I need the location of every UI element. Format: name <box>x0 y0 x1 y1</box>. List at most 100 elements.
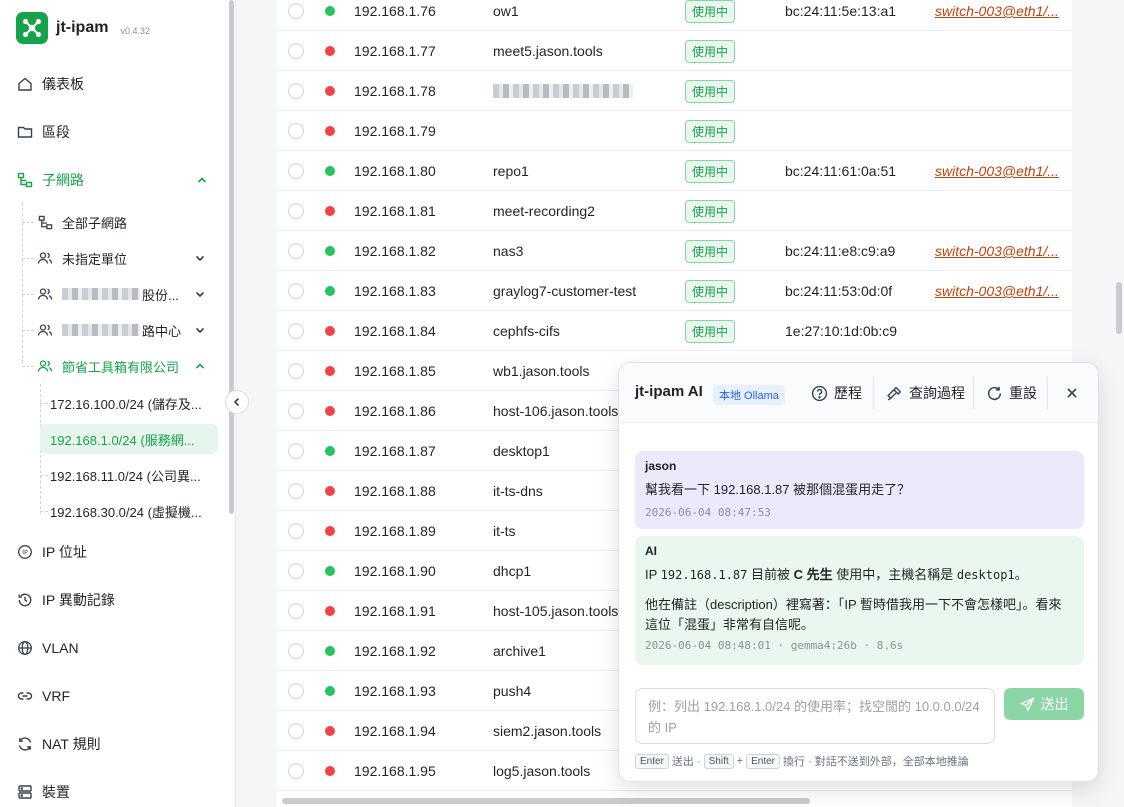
row-select-radio[interactable] <box>288 151 304 191</box>
send-button[interactable]: 送出 <box>1004 688 1084 720</box>
ip-cell: 192.168.1.92 <box>354 643 436 659</box>
row-select-radio[interactable] <box>288 671 304 711</box>
close-panel-button[interactable] <box>1062 383 1082 403</box>
status-badge: 使用中 <box>685 191 736 231</box>
query-process-button[interactable]: 查詢過程 <box>877 377 973 409</box>
query-process-label: 查詢過程 <box>909 385 965 401</box>
table-horizontal-scrollbar[interactable] <box>282 798 810 804</box>
nav-devices[interactable]: 裝置 <box>0 774 228 807</box>
group-jason-tools[interactable]: 節省工具箱有限公司 <box>22 351 222 381</box>
row-select-radio[interactable] <box>288 271 304 311</box>
send-icon <box>1019 696 1035 712</box>
table-row[interactable]: 192.168.1.76 ow1 使用中 bc:24:11:5e:13:a1 switc… <box>277 0 1072 31</box>
chevron-down-icon[interactable] <box>194 288 206 303</box>
message-text: 幫我看一下 192.168.1.87 被那個混蛋用走了？ <box>645 482 911 497</box>
table-row[interactable]: 192.168.1.84 cephfs-cifs 使用中 1e:27:10:1d:0b… <box>277 311 1072 351</box>
ip-cell: 192.168.1.80 <box>354 163 436 179</box>
ip-cell: 192.168.1.93 <box>354 683 436 699</box>
brand[interactable]: jt-ipam v0.4.32 <box>16 12 150 44</box>
switch-port-link[interactable]: switch-003@eth1/... <box>935 0 1072 31</box>
table-row[interactable]: 192.168.1.83 graylog7-customer-test 使用中 bc:… <box>277 271 1072 311</box>
row-select-radio[interactable] <box>288 351 304 391</box>
subnet-all-label: 全部子網路 <box>62 215 128 231</box>
row-select-radio[interactable] <box>288 711 304 751</box>
sidebar-scrollbar[interactable] <box>229 0 234 514</box>
ai-panel-title: jt-ipam AI <box>635 383 703 400</box>
row-select-radio[interactable] <box>288 391 304 431</box>
table-row[interactable]: 192.168.1.82 nas3 使用中 bc:24:11:e8:c9:a9 swit… <box>277 231 1072 271</box>
chevron-down-icon[interactable] <box>194 324 206 339</box>
nav-vrf[interactable]: VRF <box>0 678 228 714</box>
group-blurred-2[interactable]: 路中心 <box>22 315 222 345</box>
row-select-radio[interactable] <box>288 551 304 591</box>
ip-cell: 192.168.1.77 <box>354 43 436 59</box>
redacted-text <box>62 288 140 300</box>
link-icon <box>16 687 34 705</box>
group-label: 未指定單位 <box>62 251 128 267</box>
subnet-leaf[interactable]: 192.168.11.0/24 (公司異... <box>40 460 218 490</box>
users-icon <box>36 285 54 303</box>
table-row[interactable]: 192.168.1.78 使用中 <box>277 71 1072 111</box>
group-blurred-1[interactable]: 股份... <box>22 279 222 309</box>
message-text: IP 192.168.1.87 目前被 C 先生 使用中，主機名稱是 deskt… <box>645 567 1028 582</box>
group-unassigned[interactable]: 未指定單位 <box>22 243 222 273</box>
table-row[interactable]: 192.168.1.79 使用中 <box>277 111 1072 151</box>
subnet-all[interactable]: 全部子網路 <box>22 207 222 237</box>
subnet-leaf-active[interactable]: 192.168.1.0/24 (服務網... <box>40 424 218 454</box>
chevron-up-icon[interactable] <box>194 360 206 375</box>
nav-sections-label: 區段 <box>42 124 70 140</box>
redacted-text <box>62 324 140 336</box>
hostname-cell: meet5.jason.tools <box>493 43 603 59</box>
row-select-radio[interactable] <box>288 471 304 511</box>
nav-subnets[interactable]: 子網路 <box>0 162 228 198</box>
switch-port-link[interactable]: switch-003@eth1/... <box>935 271 1072 311</box>
table-row[interactable]: 192.168.1.77 meet5.jason.tools 使用中 <box>277 31 1072 71</box>
status-badge: 使用中 <box>685 0 736 31</box>
row-select-radio[interactable] <box>288 631 304 671</box>
nav-vlan[interactable]: VLAN <box>0 630 228 666</box>
ip-cell: 192.168.1.78 <box>354 83 436 99</box>
row-select-radio[interactable] <box>288 0 304 31</box>
chat-input[interactable]: 例：列出 192.168.1.0/24 的使用率；找空閒的 10.0.0.0/2… <box>635 688 995 744</box>
page-scrollbar[interactable] <box>1116 282 1122 334</box>
row-select-radio[interactable] <box>288 591 304 631</box>
status-dot <box>325 0 335 31</box>
refresh-icon <box>16 735 34 753</box>
sidebar-collapse-button[interactable] <box>225 390 249 414</box>
nav-dashboard[interactable]: 儀表板 <box>0 66 228 102</box>
row-select-radio[interactable] <box>288 431 304 471</box>
row-select-radio[interactable] <box>288 231 304 271</box>
row-select-radio[interactable] <box>288 311 304 351</box>
reset-button[interactable]: 重設 <box>977 377 1045 409</box>
switch-port-link[interactable]: switch-003@eth1/... <box>935 151 1072 191</box>
ip-cell: 192.168.1.82 <box>354 243 436 259</box>
chevron-down-icon[interactable] <box>194 252 206 267</box>
row-select-radio[interactable] <box>288 31 304 71</box>
row-select-radio[interactable] <box>288 511 304 551</box>
home-icon <box>16 75 34 93</box>
nav-ip-history[interactable]: IP 異動記錄 <box>0 582 228 618</box>
row-select-radio[interactable] <box>288 191 304 231</box>
table-row[interactable]: 192.168.1.81 meet-recording2 使用中 <box>277 191 1072 231</box>
message-author: AI <box>645 544 657 558</box>
history-button[interactable]: 歷程 <box>802 377 870 409</box>
row-select-radio[interactable] <box>288 111 304 151</box>
nav-sections[interactable]: 區段 <box>0 114 228 150</box>
status-dot <box>325 231 335 271</box>
status-dot <box>325 551 335 591</box>
nav-ip-address[interactable]: IP IP 位址 <box>0 534 228 570</box>
subnet-leaf-label: 192.168.1.0/24 (服務網... <box>50 432 195 448</box>
row-select-radio[interactable] <box>288 71 304 111</box>
row-select-radio[interactable] <box>288 751 304 791</box>
nav-nat[interactable]: NAT 規則 <box>0 726 228 762</box>
users-icon <box>36 321 54 339</box>
subnet-leaf[interactable]: 172.16.100.0/24 (儲存及... <box>40 388 218 418</box>
table-row[interactable]: 192.168.1.80 repo1 使用中 bc:24:11:61:0a:51 swi… <box>277 151 1072 191</box>
status-badge: 使用中 <box>685 111 736 151</box>
switch-port-link[interactable]: switch-003@eth1/... <box>935 231 1072 271</box>
status-dot <box>325 151 335 191</box>
server-icon <box>16 783 34 801</box>
ip-cell: 192.168.1.94 <box>354 723 436 739</box>
chevron-up-icon[interactable] <box>196 173 208 189</box>
subnet-leaf[interactable]: 192.168.30.0/24 (虛擬機... <box>40 496 218 526</box>
